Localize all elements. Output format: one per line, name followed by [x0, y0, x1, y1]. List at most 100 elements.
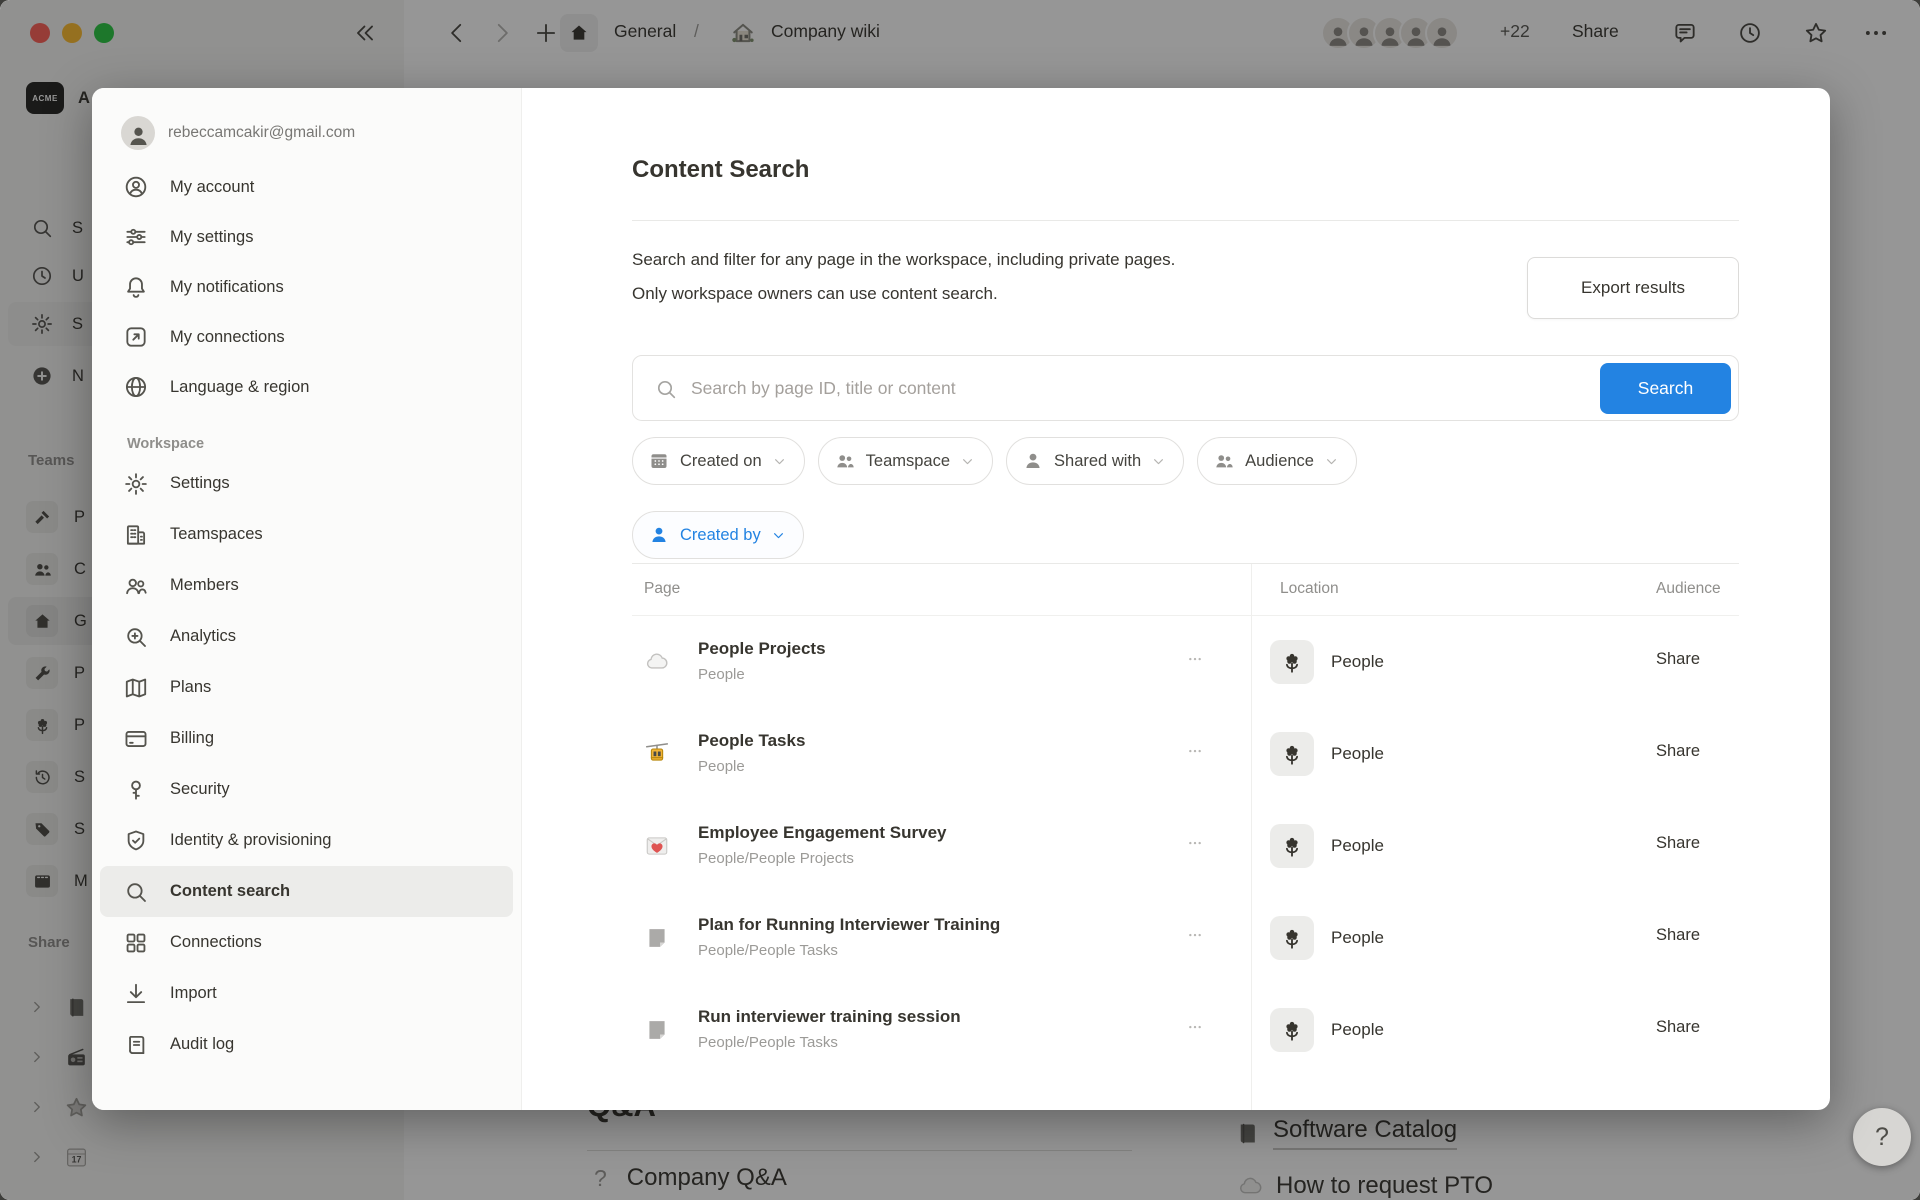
settings-nav-settings[interactable]: Settings: [100, 458, 513, 509]
page-path: People: [698, 755, 1158, 779]
row-more-icon[interactable]: [1177, 1023, 1213, 1037]
audience-cell: Share: [1656, 650, 1739, 669]
zoom-plus-icon: [123, 624, 149, 650]
row-more-icon[interactable]: [1177, 839, 1213, 853]
settings-nav-analytics[interactable]: Analytics: [100, 611, 513, 662]
location-cell: People: [1270, 824, 1384, 868]
account-row: rebeccamcakir@gmail.com: [92, 104, 521, 162]
page-title: Run interviewer training session: [698, 1004, 1158, 1030]
settings-nav-my-connections[interactable]: My connections: [100, 312, 513, 362]
search-button[interactable]: Search: [1600, 363, 1731, 414]
teamspace-flower-badge: [1270, 732, 1314, 776]
settings-nav-my-notifications[interactable]: My notifications: [100, 262, 513, 312]
settings-nav-label: Analytics: [170, 627, 236, 646]
settings-nav-my-settings[interactable]: My settings: [100, 212, 513, 262]
sliders-icon: [123, 224, 149, 250]
settings-nav-members[interactable]: Members: [100, 560, 513, 611]
bell-icon: [123, 274, 149, 300]
settings-nav-label: Audit log: [170, 1035, 234, 1054]
settings-nav-label: My account: [170, 178, 254, 197]
page-title: Plan for Running Interviewer Training: [698, 912, 1158, 938]
workspace-section-label: Workspace: [127, 436, 521, 452]
row-more-icon[interactable]: [1177, 747, 1213, 761]
page-title: Content Search: [632, 156, 1739, 184]
shield-check-icon: [123, 828, 149, 854]
table-header: Page Location Audience: [632, 563, 1739, 616]
teamspace-flower-badge: [1270, 824, 1314, 868]
settings-nav-identity-provisioning[interactable]: Identity & provisioning: [100, 815, 513, 866]
search-input[interactable]: [691, 357, 1591, 419]
help-button[interactable]: ?: [1853, 1108, 1911, 1166]
chevron-down-icon: [1150, 453, 1167, 470]
teamspace-flower-badge: [1270, 1008, 1314, 1052]
settings-nav-plans[interactable]: Plans: [100, 662, 513, 713]
location-cell: People: [1270, 916, 1384, 960]
user-fill-icon: [648, 524, 670, 546]
settings-nav-label: Members: [170, 576, 239, 595]
row-more-icon[interactable]: [1177, 931, 1213, 945]
description-block: Search and filter for any page in the wo…: [632, 243, 1739, 311]
settings-nav-language-region[interactable]: Language & region: [100, 362, 513, 412]
table-row[interactable]: People TasksPeoplePeopleShare: [632, 708, 1739, 800]
location-cell: People: [1270, 1008, 1384, 1052]
card-icon: [123, 726, 149, 752]
settings-nav-my-account[interactable]: My account: [100, 162, 513, 212]
page-title: People Tasks: [698, 728, 1158, 754]
filter-chip-shared-with[interactable]: Shared with: [1006, 437, 1184, 485]
account-menu: My account My settingsMy notificationsMy …: [92, 162, 521, 412]
settings-nav-label: Import: [170, 984, 217, 1003]
users-fill-icon: [1213, 450, 1235, 472]
chevron-down-icon: [1323, 453, 1340, 470]
filter-chip-created-by[interactable]: Created by: [632, 511, 804, 559]
chevron-down-icon: [959, 453, 976, 470]
filter-chip-teamspace[interactable]: Teamspace: [818, 437, 993, 485]
page-icon: [644, 1017, 670, 1043]
grid-icon: [123, 930, 149, 956]
page-cell: Run interviewer training sessionPeople/P…: [698, 1004, 1158, 1055]
search-bar: Search: [632, 355, 1739, 421]
export-results-button[interactable]: Export results: [1527, 257, 1739, 319]
table-row[interactable]: People ProjectsPeoplePeopleShare: [632, 616, 1739, 708]
table-row[interactable]: Plan for Running Interviewer Training Peo…: [632, 892, 1739, 984]
chevron-down-icon: [770, 527, 787, 544]
account-email: rebeccamcakir@gmail.com: [168, 124, 355, 142]
page-path: People/People Projects: [698, 847, 1158, 871]
settings-nav-audit-log[interactable]: Audit log: [100, 1019, 513, 1070]
page-icon: [644, 649, 670, 675]
location-label: People: [1331, 744, 1384, 764]
page-cell: People TasksPeople: [698, 728, 1158, 779]
active-filter-row: Created by: [632, 511, 1739, 559]
settings-sidebar: rebeccamcakir@gmail.com My account My set…: [92, 88, 522, 1110]
page-icon: [644, 925, 670, 951]
users-icon: [123, 573, 149, 599]
settings-nav-label: Security: [170, 780, 230, 799]
scroll-icon: [123, 1032, 149, 1058]
settings-nav-teamspaces[interactable]: Teamspaces: [100, 509, 513, 560]
column-header-audience: Audience: [1656, 580, 1739, 598]
location-label: People: [1331, 928, 1384, 948]
settings-nav-label: Connections: [170, 933, 262, 952]
settings-nav-label: Billing: [170, 729, 214, 748]
column-header-location: Location: [1280, 580, 1339, 598]
location-cell: People: [1270, 732, 1384, 776]
settings-nav-content-search[interactable]: Content search: [100, 866, 513, 917]
page-cell: People ProjectsPeople: [698, 636, 1158, 687]
table-row[interactable]: Run interviewer training sessionPeople/P…: [632, 984, 1739, 1076]
filter-chip-created-on[interactable]: Created on: [632, 437, 805, 485]
row-more-icon[interactable]: [1177, 655, 1213, 669]
filter-chip-audience[interactable]: Audience: [1197, 437, 1357, 485]
users-fill-icon: [834, 450, 856, 472]
settings-nav-label: Plans: [170, 678, 211, 697]
table-row[interactable]: Employee Engagement SurveyPeople/People …: [632, 800, 1739, 892]
calendar-icon: [648, 450, 670, 472]
settings-nav-connections[interactable]: Connections: [100, 917, 513, 968]
audience-cell: Share: [1656, 834, 1739, 853]
building-icon: [123, 522, 149, 548]
flower-icon: [1279, 1017, 1305, 1043]
settings-nav-label: Language & region: [170, 378, 309, 397]
settings-nav-security[interactable]: Security: [100, 764, 513, 815]
page-cell: Employee Engagement SurveyPeople/People …: [698, 820, 1158, 871]
settings-nav-import[interactable]: Import: [100, 968, 513, 1019]
settings-nav-billing[interactable]: Billing: [100, 713, 513, 764]
page-cell: Plan for Running Interviewer TrainingPeo…: [698, 912, 1158, 963]
